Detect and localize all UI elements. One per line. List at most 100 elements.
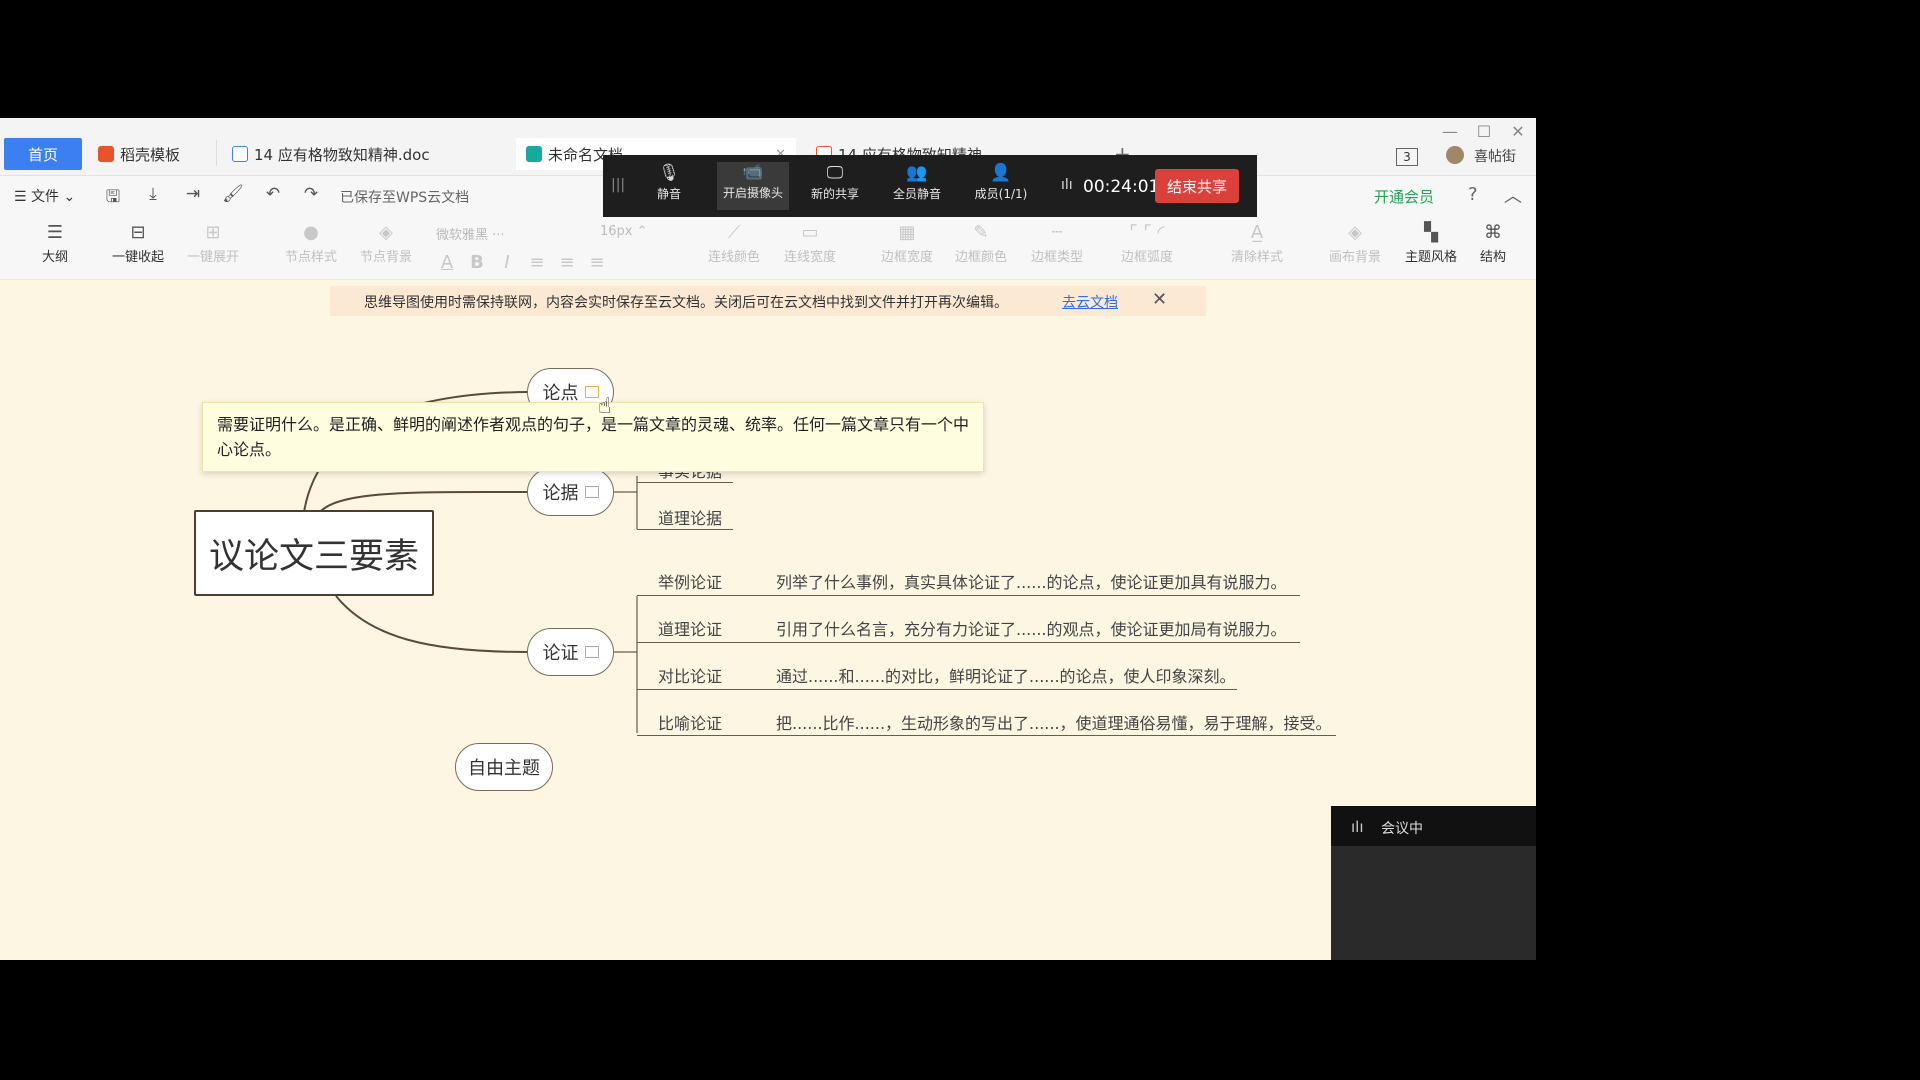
theme-button[interactable]: ▚ 主题风格 — [1396, 220, 1466, 265]
clear-style-label: 清除样式 — [1230, 250, 1283, 265]
notice-close-icon[interactable]: ✕ — [1152, 289, 1167, 310]
minimize-icon[interactable]: — — [1438, 122, 1462, 141]
members-button[interactable]: 👤 成员(1/1) — [965, 163, 1037, 202]
node-evidence-label: 论据 — [542, 483, 579, 504]
font-size-select[interactable]: 16px ⌃ — [600, 224, 660, 248]
root-node[interactable]: 议论文三要素 — [194, 510, 434, 596]
node-bg-button[interactable]: ◈ 节点背景 — [351, 220, 421, 265]
close-window-icon[interactable]: ✕ — [1506, 122, 1530, 141]
mute-all-button[interactable]: 👥 全员静音 — [881, 163, 953, 202]
camera-button[interactable]: 📹 开启摄像头 — [717, 162, 789, 210]
outline-label: 大纲 — [41, 250, 68, 265]
microphone-icon: 🎙 — [658, 163, 680, 183]
meeting-float-header: ılı 会议中 — [1331, 806, 1536, 846]
leaf-underline — [637, 735, 1336, 736]
note-icon[interactable] — [584, 646, 599, 658]
undo-icon[interactable]: ↶ — [260, 184, 286, 204]
tab-count-badge[interactable]: 3 — [1396, 148, 1418, 166]
border-color-icon: ✎ — [973, 222, 989, 243]
italic-icon[interactable]: I — [496, 252, 518, 273]
tab-template[interactable]: 稻壳模板 — [98, 138, 206, 170]
note-tooltip: 需要证明什么。是正确、鲜明的阐述作者观点的句子，是一篇文章的灵魂、统率。任何一篇… — [202, 402, 984, 472]
note-icon[interactable] — [584, 386, 599, 398]
bold-icon[interactable]: B — [466, 252, 488, 273]
outline-button[interactable]: ☰ 大纲 — [20, 220, 90, 265]
node-argument[interactable]: 论证 — [527, 628, 614, 676]
save-icon[interactable]: 🖫 — [100, 184, 126, 213]
user-name[interactable]: 喜帖街 — [1474, 146, 1516, 166]
maximize-icon[interactable]: ☐ — [1472, 122, 1496, 141]
collapse-ribbon-icon[interactable]: ︿ — [1504, 182, 1522, 208]
leaf-method-desc[interactable]: 引用了什么名言，充分有力论证了......的观点，使论证更加局有说服力。 — [776, 616, 1287, 640]
leaf-reason-evidence[interactable]: 道理论据 — [658, 505, 722, 529]
tab-template-label: 稻壳模板 — [120, 145, 181, 164]
leaf-method-desc[interactable]: 把......比作......，生动形象的写出了......，使道理通俗易懂，易… — [776, 710, 1332, 734]
node-style-button[interactable]: ● 节点样式 — [276, 220, 346, 265]
border-type-label: 边框类型 — [1030, 250, 1083, 265]
border-radius-icon: ⌜ ⌜ ◜ — [1129, 222, 1165, 243]
font-family-select[interactable]: 微软雅黑 ··· — [436, 224, 576, 248]
leaf-underline — [637, 689, 1237, 690]
canvas-bg-icon: ◈ — [1348, 222, 1362, 243]
meeting-float-window[interactable]: ılı 会议中 — [1331, 806, 1536, 960]
line-width-icon: ▭ — [801, 222, 819, 243]
help-icon[interactable]: ? — [1468, 184, 1478, 205]
align-left-icon[interactable]: ≡ — [526, 252, 548, 273]
clear-style-button[interactable]: A̲ 清除样式 — [1222, 220, 1292, 265]
theme-icon: ▚ — [1424, 222, 1438, 243]
canvas-bg-button[interactable]: ◈ 画布背景 — [1320, 220, 1390, 265]
leaf-method-desc[interactable]: 列举了什么事例，真实具体论证了......的论点，使论证更加具有说服力。 — [776, 569, 1287, 593]
export-icon[interactable]: ⇥ — [180, 184, 206, 204]
node-free-topic[interactable]: 自由主题 — [455, 743, 553, 791]
leaf-method-name[interactable]: 举例论证 — [658, 569, 722, 593]
format-painter-icon[interactable]: 🖌 — [220, 184, 246, 204]
border-color-label: 边框颜色 — [954, 250, 1007, 265]
avatar[interactable] — [1446, 146, 1464, 164]
new-share-button[interactable]: 🖵 新的共享 — [799, 163, 871, 202]
border-width-icon: ▦ — [898, 222, 916, 243]
leaf-method-name[interactable]: 对比论证 — [658, 663, 722, 687]
leaf-method-name[interactable]: 比喻论证 — [658, 710, 722, 734]
border-width-button[interactable]: ▦ 边框宽度 — [872, 220, 942, 265]
node-evidence[interactable]: 论据 — [527, 468, 614, 516]
leaf-method-desc[interactable]: 通过......和......的对比，鲜明论证了......的论点，使人印象深刻… — [776, 663, 1236, 687]
line-width-button[interactable]: ▭ 连线宽度 — [775, 220, 845, 265]
leaf-method-name[interactable]: 道理论证 — [658, 616, 722, 640]
meeting-timer: 00:24:01 — [1083, 177, 1160, 197]
file-menu-label: 文件 — [31, 189, 60, 205]
note-icon[interactable] — [584, 486, 599, 498]
mute-button[interactable]: 🎙 静音 — [633, 163, 705, 202]
wps-mindmap-window: 首页 稻壳模板 14 应有格物致知精神.doc 未命名文档 ✕ 14 应有格物致… — [0, 118, 1536, 960]
align-center-icon[interactable]: ≡ — [556, 252, 578, 273]
redo-icon[interactable]: ↷ — [298, 184, 324, 204]
node-free-topic-label: 自由主题 — [468, 758, 540, 779]
collapse-all-label: 一键收起 — [111, 250, 164, 265]
tab-home[interactable]: 首页 — [4, 138, 82, 170]
node-argument-label: 论证 — [542, 643, 579, 664]
collapse-all-button[interactable]: ⊟ 一键收起 — [103, 220, 173, 265]
border-width-label: 边框宽度 — [880, 250, 933, 265]
signal-icon: ılı — [1061, 177, 1073, 193]
save-status: 已保存至WPS云文档 — [340, 190, 470, 206]
border-radius-label: 边框弧度 — [1120, 250, 1173, 265]
border-radius-button[interactable]: ⌜ ⌜ ◜ 边框弧度 — [1112, 220, 1182, 265]
members-label: 成员(1/1) — [974, 187, 1028, 201]
tab-doc[interactable]: 14 应有格物致知精神.doc — [232, 138, 512, 170]
download-icon[interactable]: ⤓ — [140, 184, 166, 204]
go-cloud-link[interactable]: 去云文档 — [1062, 292, 1118, 312]
vip-link[interactable]: 开通会员 — [1374, 186, 1434, 207]
file-menu[interactable]: ☰ 文件 ⌄ — [14, 186, 75, 206]
root-node-label: 议论文三要素 — [208, 536, 419, 577]
drag-handle-icon[interactable]: ||| — [611, 177, 625, 193]
tab-separator — [216, 140, 217, 166]
border-type-button[interactable]: ┄ 边框类型 — [1022, 220, 1092, 265]
line-color-button[interactable]: ⟋ 连线颜色 — [699, 220, 769, 265]
font-color-icon[interactable]: A — [436, 252, 458, 273]
tab-doc-label: 14 应有格物致知精神.doc — [254, 145, 430, 164]
expand-all-button[interactable]: ⊞ 一键展开 — [178, 220, 248, 265]
expand-all-label: 一键展开 — [186, 250, 239, 265]
end-share-button[interactable]: 结束共享 — [1155, 169, 1239, 203]
structure-button[interactable]: ⌘ 结构 — [1458, 220, 1528, 265]
border-color-button[interactable]: ✎ 边框颜色 — [946, 220, 1016, 265]
align-right-icon[interactable]: ≡ — [586, 252, 608, 273]
